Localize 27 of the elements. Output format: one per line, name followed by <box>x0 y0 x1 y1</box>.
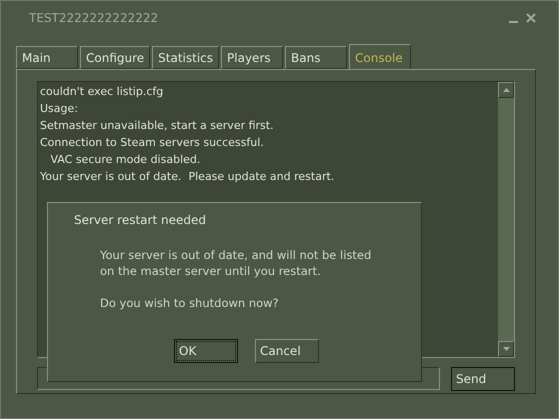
console-line: Usage: <box>40 101 79 117</box>
tab[interactable]: Players <box>221 46 284 69</box>
close-button[interactable] <box>526 13 536 23</box>
dialog-message: Your server is out of date, and will not be listed on the master server until you restart. <box>100 247 372 279</box>
scroll-up-button[interactable] <box>498 82 514 98</box>
tab[interactable]: Statistics <box>152 46 220 69</box>
dialog-button[interactable]: OK <box>174 339 238 363</box>
dialog-question: Do you wish to shutdown now? <box>100 295 280 311</box>
minimize-icon <box>509 20 518 22</box>
console-line: VAC secure mode disabled. <box>49 152 202 168</box>
scroll-down-button[interactable] <box>498 341 514 357</box>
console-line: couldn't exec listip.cfg <box>40 84 164 100</box>
window-title: TEST2222222222222 <box>29 11 160 25</box>
close-icon <box>526 13 536 23</box>
tab[interactable]: Bans <box>285 46 348 69</box>
scrollbar[interactable] <box>498 82 514 357</box>
console-line: Setmaster unavailable, start a server first. <box>40 118 275 134</box>
dialog-title: Server restart needed <box>74 213 207 227</box>
dialog-button[interactable]: Cancel <box>255 339 319 363</box>
tab[interactable]: Console <box>349 44 412 70</box>
up-arrow-icon <box>502 88 510 92</box>
console-line: Connection to Steam servers successful. <box>40 135 265 151</box>
console-line: Your server is out of date. Please update and restart. <box>40 169 336 185</box>
tab[interactable]: Configure <box>80 46 150 69</box>
down-arrow-icon <box>502 347 510 351</box>
send-button[interactable]: Send <box>451 367 515 391</box>
tab[interactable]: Main <box>16 46 78 69</box>
